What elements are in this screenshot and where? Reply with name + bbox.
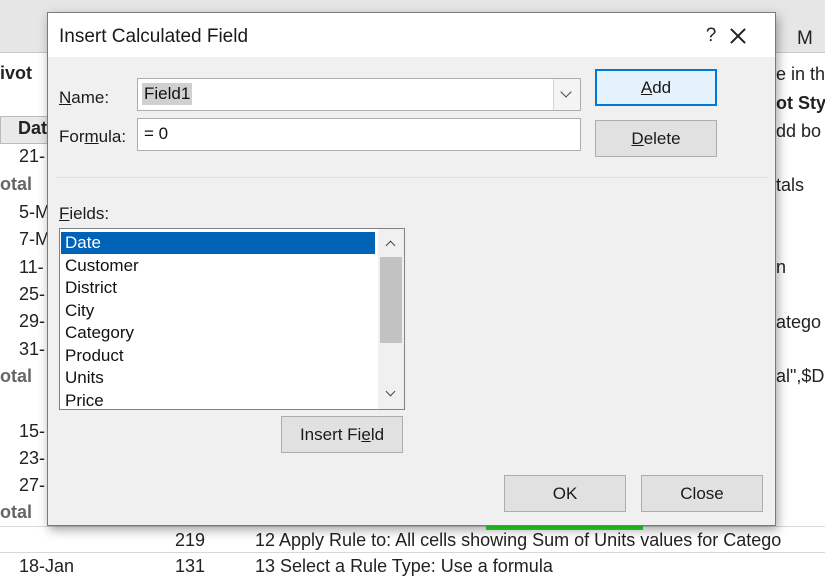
formula-input[interactable]: = 0 [137, 118, 581, 151]
list-item-customer[interactable]: Customer [61, 255, 375, 277]
delete-button[interactable]: Delete [595, 120, 717, 157]
fields-listbox[interactable]: Date Customer District City Category Pro… [59, 228, 405, 410]
list-item-units[interactable]: Units [61, 367, 375, 389]
sheet-cell: otal [0, 502, 33, 522]
sheet-cell: ot Sty [776, 93, 825, 113]
sheet-cell: dd bo [776, 121, 822, 141]
sheet-cell: 29- [19, 311, 46, 331]
add-button[interactable]: Add [595, 69, 717, 106]
sheet-cell: 11- [19, 257, 44, 277]
sheet-cell: 21- [19, 146, 46, 166]
sheet-cell: ivot [0, 63, 33, 83]
list-item-district[interactable]: District [61, 277, 375, 299]
dialog-titlebar: Insert Calculated Field ? [48, 13, 775, 57]
sheet-cell: 23- [19, 448, 46, 468]
sheet-cell-value: 219 [175, 530, 206, 550]
insert-calculated-field-dialog: Insert Calculated Field ? Name: Field1 F… [47, 12, 776, 526]
name-input-value[interactable]: Field1 [142, 83, 193, 105]
ok-button[interactable]: OK [504, 475, 626, 512]
sheet-cell-date: 18-Jan [19, 556, 75, 576]
dialog-divider [56, 177, 767, 178]
list-item-city[interactable]: City [61, 300, 375, 322]
sheet-cell: Dat [18, 118, 48, 138]
scroll-down-icon[interactable] [378, 383, 404, 407]
sheet-cell: otal [0, 366, 33, 386]
sheet-cell: 7-M [19, 229, 50, 249]
sheet-cell-value: 131 [175, 556, 206, 576]
sheet-cell: n [776, 257, 787, 277]
sheet-cell: 15- [19, 421, 46, 441]
grid-line [0, 526, 825, 527]
list-item-category[interactable]: Category [61, 322, 375, 344]
name-label: Name: [59, 88, 110, 107]
list-item-date[interactable]: Date [61, 232, 375, 254]
list-item-price[interactable]: Price [61, 390, 375, 409]
sheet-cell: 27- [19, 475, 46, 495]
help-button[interactable]: ? [698, 23, 724, 49]
column-header-m[interactable]: M [797, 28, 813, 50]
sheet-cell: otal [0, 174, 33, 194]
close-button[interactable]: Close [641, 475, 763, 512]
sheet-cell: 5-M [19, 202, 50, 222]
sheet-cell: tals [776, 175, 805, 195]
sheet-cell: al",$D7 [776, 366, 825, 386]
fields-label: Fields: [59, 204, 110, 223]
fields-scrollbar[interactable] [378, 229, 404, 409]
sheet-cell: e in th [776, 64, 825, 84]
dialog-title: Insert Calculated Field [59, 26, 249, 47]
grid-line [0, 552, 825, 553]
sheet-cell: 31- [19, 339, 46, 359]
sheet-cell: 25- [19, 284, 46, 304]
sheet-cell-step: 12 Apply Rule to: All cells showing Sum … [255, 530, 782, 550]
close-icon[interactable] [724, 22, 752, 50]
list-item-product[interactable]: Product [61, 345, 375, 367]
formula-input-value[interactable]: = 0 [144, 124, 168, 144]
sheet-cell-step: 13 Select a Rule Type: Use a formula [255, 556, 553, 576]
scroll-thumb[interactable] [380, 257, 402, 343]
insert-field-button[interactable]: Insert Field [281, 416, 403, 453]
name-combobox[interactable]: Field1 [137, 78, 581, 111]
sheet-cell: atego [776, 312, 822, 332]
scroll-up-icon[interactable] [378, 231, 404, 255]
chevron-down-icon[interactable] [553, 79, 580, 110]
formula-label: Formula: [59, 127, 127, 146]
